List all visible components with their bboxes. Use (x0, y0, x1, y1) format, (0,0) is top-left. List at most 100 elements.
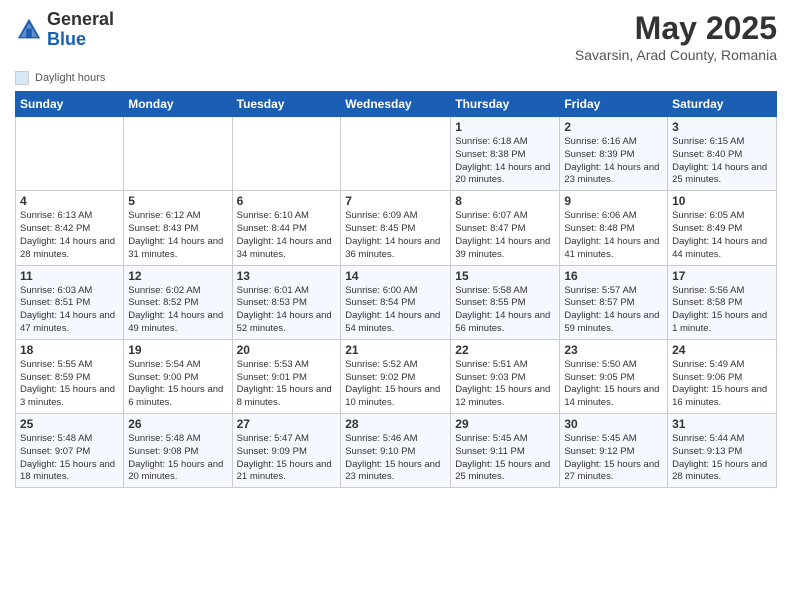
logo-general: General (47, 10, 114, 30)
calendar-table: SundayMondayTuesdayWednesdayThursdayFrid… (15, 91, 777, 488)
calendar-cell: 16 Sunrise: 5:57 AM Sunset: 8:57 PM Dayli… (560, 265, 668, 339)
day-number: 19 (128, 343, 227, 357)
day-number: 25 (20, 417, 119, 431)
day-info: Sunrise: 6:05 AM Sunset: 8:49 PM Dayligh… (672, 210, 772, 261)
day-info: Sunrise: 6:12 AM Sunset: 8:43 PM Dayligh… (128, 210, 227, 261)
day-info: Sunrise: 6:00 AM Sunset: 8:54 PM Dayligh… (345, 285, 446, 336)
day-info: Sunrise: 5:47 AM Sunset: 9:09 PM Dayligh… (237, 433, 337, 484)
day-number: 24 (672, 343, 772, 357)
location-subtitle: Savarsin, Arad County, Romania (575, 47, 777, 63)
day-number: 14 (345, 269, 446, 283)
logo-blue: Blue (47, 30, 114, 50)
day-number: 18 (20, 343, 119, 357)
calendar-cell: 1 Sunrise: 6:18 AM Sunset: 8:38 PM Daylig… (451, 117, 560, 191)
header-cell-sunday: Sunday (16, 92, 124, 117)
logo-icon (15, 16, 43, 44)
calendar-cell: 26 Sunrise: 5:48 AM Sunset: 9:08 PM Dayli… (124, 414, 232, 488)
day-info: Sunrise: 6:01 AM Sunset: 8:53 PM Dayligh… (237, 285, 337, 336)
calendar-body: 1 Sunrise: 6:18 AM Sunset: 8:38 PM Daylig… (16, 117, 777, 488)
day-number: 8 (455, 194, 555, 208)
legend-box (15, 71, 29, 85)
day-number: 16 (564, 269, 663, 283)
day-info: Sunrise: 5:46 AM Sunset: 9:10 PM Dayligh… (345, 433, 446, 484)
day-number: 20 (237, 343, 337, 357)
day-number: 11 (20, 269, 119, 283)
calendar-cell (124, 117, 232, 191)
calendar-cell: 30 Sunrise: 5:45 AM Sunset: 9:12 PM Dayli… (560, 414, 668, 488)
day-number: 23 (564, 343, 663, 357)
day-info: Sunrise: 5:49 AM Sunset: 9:06 PM Dayligh… (672, 359, 772, 410)
day-info: Sunrise: 6:07 AM Sunset: 8:47 PM Dayligh… (455, 210, 555, 261)
calendar-cell: 25 Sunrise: 5:48 AM Sunset: 9:07 PM Dayli… (16, 414, 124, 488)
header-cell-friday: Friday (560, 92, 668, 117)
calendar-cell (341, 117, 451, 191)
calendar-cell: 7 Sunrise: 6:09 AM Sunset: 8:45 PM Daylig… (341, 191, 451, 265)
calendar-cell: 9 Sunrise: 6:06 AM Sunset: 8:48 PM Daylig… (560, 191, 668, 265)
day-number: 9 (564, 194, 663, 208)
day-info: Sunrise: 5:44 AM Sunset: 9:13 PM Dayligh… (672, 433, 772, 484)
day-number: 22 (455, 343, 555, 357)
day-info: Sunrise: 5:58 AM Sunset: 8:55 PM Dayligh… (455, 285, 555, 336)
day-info: Sunrise: 5:45 AM Sunset: 9:12 PM Dayligh… (564, 433, 663, 484)
day-number: 6 (237, 194, 337, 208)
day-number: 31 (672, 417, 772, 431)
day-info: Sunrise: 5:55 AM Sunset: 8:59 PM Dayligh… (20, 359, 119, 410)
day-number: 1 (455, 120, 555, 134)
day-info: Sunrise: 5:52 AM Sunset: 9:02 PM Dayligh… (345, 359, 446, 410)
day-info: Sunrise: 5:50 AM Sunset: 9:05 PM Dayligh… (564, 359, 663, 410)
day-number: 13 (237, 269, 337, 283)
calendar-cell: 8 Sunrise: 6:07 AM Sunset: 8:47 PM Daylig… (451, 191, 560, 265)
day-number: 7 (345, 194, 446, 208)
day-info: Sunrise: 6:09 AM Sunset: 8:45 PM Dayligh… (345, 210, 446, 261)
calendar-cell: 3 Sunrise: 6:15 AM Sunset: 8:40 PM Daylig… (668, 117, 777, 191)
day-info: Sunrise: 5:48 AM Sunset: 9:07 PM Dayligh… (20, 433, 119, 484)
day-number: 26 (128, 417, 227, 431)
week-row: 4Sunrise: 6:13 AM Sunset: 8:42 PM Daylig… (16, 191, 777, 265)
day-info: Sunrise: 6:15 AM Sunset: 8:40 PM Dayligh… (672, 136, 772, 187)
day-number: 30 (564, 417, 663, 431)
week-row: 1 Sunrise: 6:18 AM Sunset: 8:38 PM Daylig… (16, 117, 777, 191)
week-row: 11 Sunrise: 6:03 AM Sunset: 8:51 PM Dayli… (16, 265, 777, 339)
calendar-cell: 4Sunrise: 6:13 AM Sunset: 8:42 PM Daylig… (16, 191, 124, 265)
day-info: Sunrise: 5:54 AM Sunset: 9:00 PM Dayligh… (128, 359, 227, 410)
calendar-cell: 6 Sunrise: 6:10 AM Sunset: 8:44 PM Daylig… (232, 191, 341, 265)
day-number: 29 (455, 417, 555, 431)
calendar-cell: 5Sunrise: 6:12 AM Sunset: 8:43 PM Daylig… (124, 191, 232, 265)
day-info: Sunrise: 5:57 AM Sunset: 8:57 PM Dayligh… (564, 285, 663, 336)
day-number: 4 (20, 194, 119, 208)
day-info: Sunrise: 6:02 AM Sunset: 8:52 PM Dayligh… (128, 285, 227, 336)
calendar-cell: 14 Sunrise: 6:00 AM Sunset: 8:54 PM Dayli… (341, 265, 451, 339)
calendar-cell: 23 Sunrise: 5:50 AM Sunset: 9:05 PM Dayli… (560, 339, 668, 413)
calendar-cell: 11 Sunrise: 6:03 AM Sunset: 8:51 PM Dayli… (16, 265, 124, 339)
day-info: Sunrise: 5:45 AM Sunset: 9:11 PM Dayligh… (455, 433, 555, 484)
calendar-cell (16, 117, 124, 191)
day-info: Sunrise: 6:10 AM Sunset: 8:44 PM Dayligh… (237, 210, 337, 261)
day-number: 2 (564, 120, 663, 134)
week-row: 18 Sunrise: 5:55 AM Sunset: 8:59 PM Dayli… (16, 339, 777, 413)
day-info: Sunrise: 5:51 AM Sunset: 9:03 PM Dayligh… (455, 359, 555, 410)
day-info: Sunrise: 6:06 AM Sunset: 8:48 PM Dayligh… (564, 210, 663, 261)
calendar-cell: 21 Sunrise: 5:52 AM Sunset: 9:02 PM Dayli… (341, 339, 451, 413)
day-info: Sunrise: 6:16 AM Sunset: 8:39 PM Dayligh… (564, 136, 663, 187)
calendar-cell: 17Sunrise: 5:56 AM Sunset: 8:58 PM Dayli… (668, 265, 777, 339)
day-number: 15 (455, 269, 555, 283)
legend: Daylight hours (15, 71, 777, 85)
day-info: Sunrise: 6:18 AM Sunset: 8:38 PM Dayligh… (455, 136, 555, 187)
header-cell-wednesday: Wednesday (341, 92, 451, 117)
header-row: SundayMondayTuesdayWednesdayThursdayFrid… (16, 92, 777, 117)
calendar-cell: 27Sunrise: 5:47 AM Sunset: 9:09 PM Dayli… (232, 414, 341, 488)
day-number: 3 (672, 120, 772, 134)
day-number: 10 (672, 194, 772, 208)
day-number: 21 (345, 343, 446, 357)
calendar-cell: 12Sunrise: 6:02 AM Sunset: 8:52 PM Dayli… (124, 265, 232, 339)
week-row: 25 Sunrise: 5:48 AM Sunset: 9:07 PM Dayli… (16, 414, 777, 488)
calendar-cell (232, 117, 341, 191)
day-info: Sunrise: 6:03 AM Sunset: 8:51 PM Dayligh… (20, 285, 119, 336)
calendar-cell: 29 Sunrise: 5:45 AM Sunset: 9:11 PM Dayli… (451, 414, 560, 488)
calendar-cell: 20Sunrise: 5:53 AM Sunset: 9:01 PM Dayli… (232, 339, 341, 413)
legend-label: Daylight hours (35, 72, 105, 84)
calendar-cell: 10 Sunrise: 6:05 AM Sunset: 8:49 PM Dayli… (668, 191, 777, 265)
calendar-cell: 18 Sunrise: 5:55 AM Sunset: 8:59 PM Dayli… (16, 339, 124, 413)
day-info: Sunrise: 5:48 AM Sunset: 9:08 PM Dayligh… (128, 433, 227, 484)
calendar-header: SundayMondayTuesdayWednesdayThursdayFrid… (16, 92, 777, 117)
